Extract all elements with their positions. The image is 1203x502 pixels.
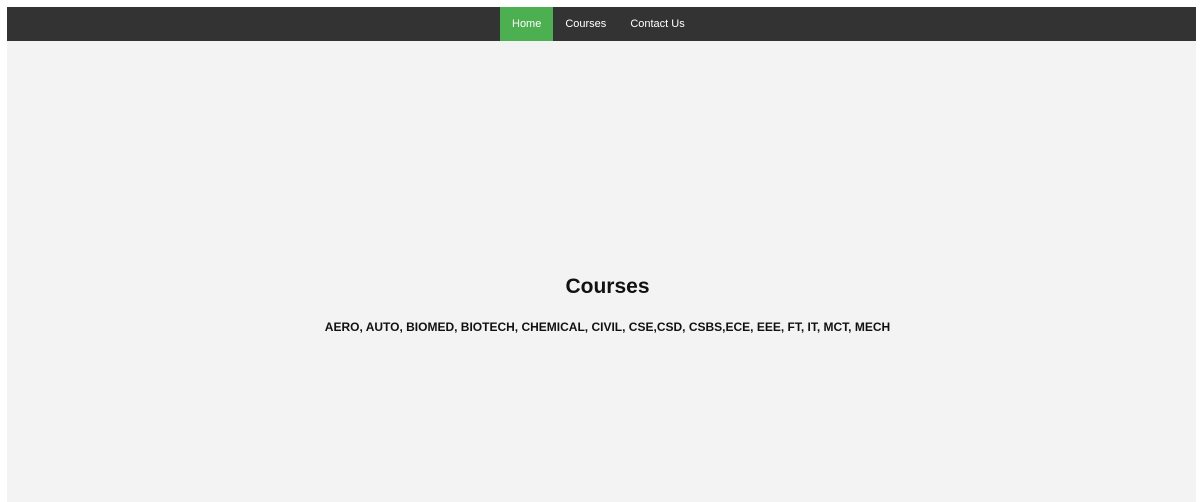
nav-item-courses-label[interactable]: Courses xyxy=(565,18,606,30)
main-content: Courses AERO, AUTO, BIOMED, BIOTECH, CHE… xyxy=(7,41,1196,502)
courses-list-text: AERO, AUTO, BIOMED, BIOTECH, CHEMICAL, C… xyxy=(324,320,891,334)
nav-item-contact-us-label[interactable]: Contact Us xyxy=(630,18,684,30)
top-navbar: Home Courses Contact Us xyxy=(7,7,1196,41)
nav-item-home-label[interactable]: Home xyxy=(512,18,541,30)
nav-item-contact-us[interactable]: Contact Us xyxy=(618,7,696,41)
courses-heading: Courses xyxy=(565,275,650,298)
nav-item-courses[interactable]: Courses xyxy=(553,7,618,41)
nav-item-home[interactable]: Home xyxy=(500,7,554,41)
page-frame: Home Courses Contact Us Courses AERO, AU… xyxy=(7,7,1196,502)
nav-menu: Home Courses Contact Us xyxy=(500,7,697,41)
